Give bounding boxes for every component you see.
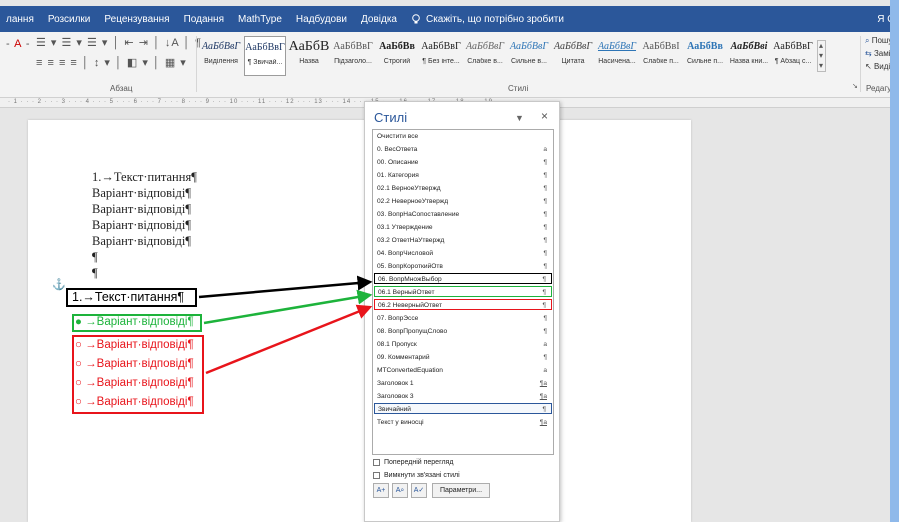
annotation-arrows: [198, 275, 373, 375]
arrow-correct: [203, 289, 373, 325]
arrow-wrong: [205, 304, 373, 375]
arrow-question: [198, 275, 373, 299]
word-window: лання Розсилки Рецензування Подання Math…: [0, 0, 899, 522]
window-border: [890, 0, 899, 522]
